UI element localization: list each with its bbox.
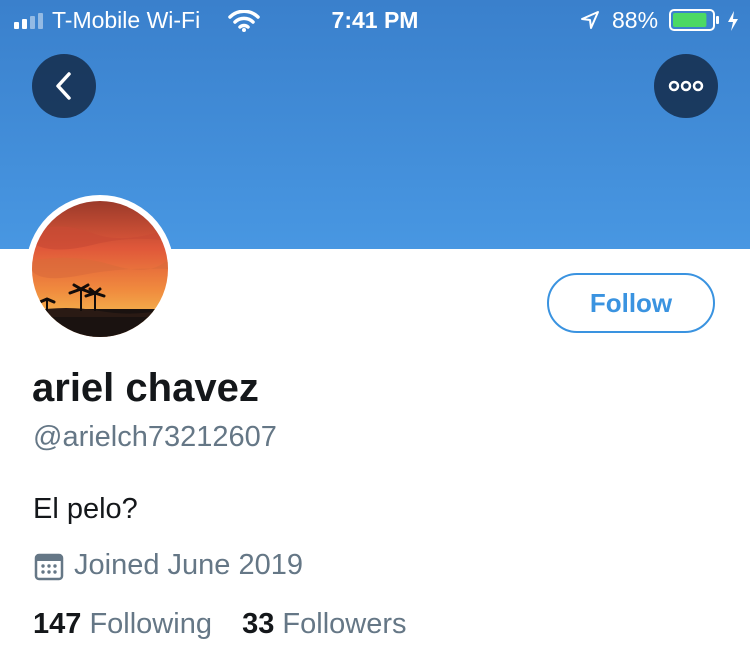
followers-label: Followers	[282, 608, 407, 640]
user-handle: @arielch73212607	[33, 421, 277, 453]
more-dots-icon	[668, 80, 704, 92]
following-link[interactable]: 147 Following	[33, 608, 220, 640]
avatar-image	[32, 201, 168, 337]
battery-icon	[669, 9, 719, 31]
joined-date: Joined June 2019	[34, 549, 303, 582]
battery-percent: 88%	[612, 7, 659, 33]
charging-icon	[728, 11, 738, 31]
more-options-button[interactable]	[654, 54, 718, 118]
following-label: Following	[89, 608, 212, 640]
avatar[interactable]	[26, 195, 174, 343]
follow-stats: 147 Following 33 Followers	[33, 608, 407, 641]
followers-link[interactable]: 33 Followers	[242, 608, 406, 640]
display-name: ariel chavez	[32, 366, 259, 410]
calendar-icon	[34, 553, 64, 580]
following-count: 147	[33, 608, 82, 640]
follow-button[interactable]: Follow	[547, 273, 715, 333]
user-bio: El pelo?	[33, 493, 138, 525]
location-arrow-icon	[581, 11, 599, 29]
status-bar: T-Mobile Wi-Fi 7:41 PM 88%	[0, 0, 750, 40]
joined-label: Joined June 2019	[74, 549, 303, 581]
back-button[interactable]	[32, 54, 96, 118]
followers-count: 33	[242, 608, 275, 640]
chevron-left-icon	[56, 72, 71, 100]
